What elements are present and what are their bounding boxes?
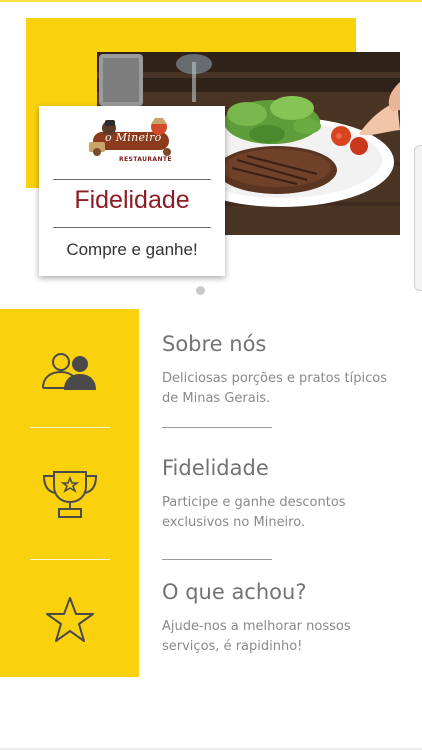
card-divider-bottom	[53, 227, 211, 228]
trophy-icon	[42, 471, 98, 518]
top-border	[0, 0, 422, 2]
menu-description: Participe e ganhe descontos exclusivos n…	[162, 495, 346, 530]
hero-card: o Mineiro RESTAURANTE Fidelidade Compre …	[39, 106, 225, 276]
menu-item-fidelidade[interactable]: Fidelidade Participe e ganhe descontos e…	[0, 442, 422, 562]
menu-item-o-que-achou[interactable]: O que achou? Ajude-nos a melhorar nossos…	[0, 566, 422, 686]
menu-title: O que achou?	[162, 580, 307, 604]
logo-wordmark: o Mineiro	[105, 131, 162, 144]
menu-title: Fidelidade	[162, 456, 269, 480]
logo-subtext: RESTAURANTE	[119, 156, 172, 163]
hero-title: Fidelidade	[74, 186, 190, 214]
side-scroll-tab[interactable]	[414, 145, 422, 291]
card-divider-top	[53, 179, 211, 180]
menu-description: Ajude-nos a melhorar nossos serviços, é …	[162, 619, 351, 654]
menu-item-sobre-nos[interactable]: Sobre nós Deliciosas porções e pratos tí…	[0, 318, 422, 438]
users-icon	[42, 353, 96, 390]
menu-description: Deliciosas porções e pratos típicos de M…	[162, 371, 387, 406]
restaurant-logo	[89, 118, 171, 156]
menu-divider	[162, 427, 272, 428]
hero-subtitle: Compre e ganhe!	[66, 240, 198, 259]
menu-divider	[162, 559, 272, 560]
star-icon	[46, 597, 94, 642]
menu-title: Sobre nós	[162, 332, 267, 356]
carousel-dot[interactable]	[196, 286, 205, 295]
